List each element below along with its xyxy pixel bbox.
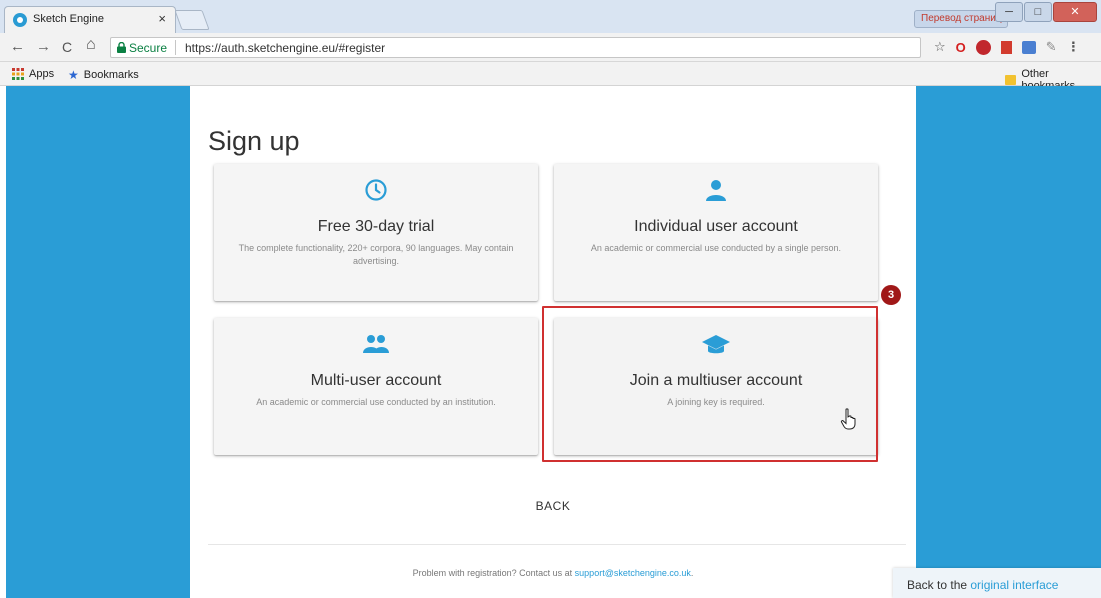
url-text[interactable]: https://auth.sketchengine.eu/#register xyxy=(185,41,385,55)
sketch-engine-favicon-icon xyxy=(13,13,27,27)
browser-toolbar: ← → C ⌂ Secure https://auth.sketchengine… xyxy=(0,33,1101,62)
lock-icon xyxy=(117,42,126,53)
bookmark-star-icon[interactable]: ☆ xyxy=(934,39,946,55)
card-description: An academic or commercial use conducted … xyxy=(590,243,842,253)
minimize-button[interactable]: ─ xyxy=(995,2,1023,22)
card-title: Free 30-day trial xyxy=(317,218,435,235)
apps-grid-icon xyxy=(12,68,24,80)
footer-message: Problem with registration? Contact us at xyxy=(412,568,575,578)
original-interface-box: Back to the original interface xyxy=(893,568,1101,598)
star-icon: ★ xyxy=(68,68,79,82)
clock-icon xyxy=(365,179,387,201)
highlight-box xyxy=(542,306,878,462)
address-bar[interactable]: Secure https://auth.sketchengine.eu/#reg… xyxy=(110,37,921,58)
tab-title: Sketch Engine xyxy=(33,13,104,25)
back-arrow-icon[interactable]: ← xyxy=(10,38,25,55)
bookmarks-folder[interactable]: ★ Bookmarks xyxy=(68,68,139,82)
forward-arrow-icon[interactable]: → xyxy=(36,38,51,55)
browser-titlebar: Sketch Engine × Перевод страницы ─ □ ✕ xyxy=(0,0,1101,33)
original-interface-link[interactable]: original interface xyxy=(970,578,1058,592)
multi-user-account-card[interactable]: Multi-user account An academic or commer… xyxy=(214,318,538,455)
free-trial-card[interactable]: Free 30-day trial The complete functiona… xyxy=(214,164,538,301)
browser-tab[interactable]: Sketch Engine × xyxy=(4,6,176,33)
apps-label: Apps xyxy=(29,68,55,80)
card-description: The complete functionality, 220+ corpora… xyxy=(238,243,514,266)
bookmarks-label: Bookmarks xyxy=(83,69,139,81)
home-icon[interactable]: ⌂ xyxy=(86,36,96,54)
toolbar-extensions: ☆ O ✎ ⋮ xyxy=(934,39,1080,55)
apps-bookmark[interactable]: Apps xyxy=(12,68,54,80)
menu-dots-icon[interactable]: ⋮ xyxy=(1067,39,1080,55)
card-title: Individual user account xyxy=(634,218,798,235)
close-window-button[interactable]: ✕ xyxy=(1053,2,1097,22)
footer-text: Problem with registration? Contact us at… xyxy=(190,568,916,578)
adblock-icon[interactable] xyxy=(975,39,991,55)
hand-cursor-icon xyxy=(840,408,856,430)
window-controls: ─ □ ✕ xyxy=(995,2,1097,24)
footer-divider xyxy=(208,544,906,545)
red-extension-icon[interactable] xyxy=(1000,40,1012,54)
reload-icon[interactable]: C xyxy=(62,39,72,55)
step-badge: 3 xyxy=(881,285,901,305)
original-interface-prefix: Back to the xyxy=(907,578,971,592)
support-email-link[interactable]: support@sketchengine.co.uk xyxy=(575,568,691,578)
opera-icon[interactable]: O xyxy=(956,40,966,55)
individual-account-card[interactable]: Individual user account An academic or c… xyxy=(554,164,878,301)
person-icon xyxy=(706,180,726,201)
folder-icon xyxy=(1005,75,1017,85)
maximize-button[interactable]: □ xyxy=(1024,2,1052,22)
translate-extension-pill[interactable]: Перевод страницы xyxy=(914,10,1008,28)
back-link[interactable]: BACK xyxy=(190,499,916,513)
secure-label: Secure xyxy=(129,41,168,55)
translate-icon[interactable] xyxy=(1021,40,1036,54)
card-description: An academic or commercial use conducted … xyxy=(256,397,496,407)
card-title: Multi-user account xyxy=(310,372,442,389)
new-tab-button[interactable] xyxy=(174,10,210,30)
footer-end: . xyxy=(690,568,694,578)
bookmarks-bar: Apps ★ Bookmarks Other bookmarks xyxy=(0,62,1101,92)
pen-icon[interactable]: ✎ xyxy=(1046,39,1057,55)
omnibox-separator xyxy=(175,40,176,55)
tab-close-icon[interactable]: × xyxy=(158,11,166,26)
page-title: Sign up xyxy=(208,126,300,156)
people-icon xyxy=(363,335,389,353)
